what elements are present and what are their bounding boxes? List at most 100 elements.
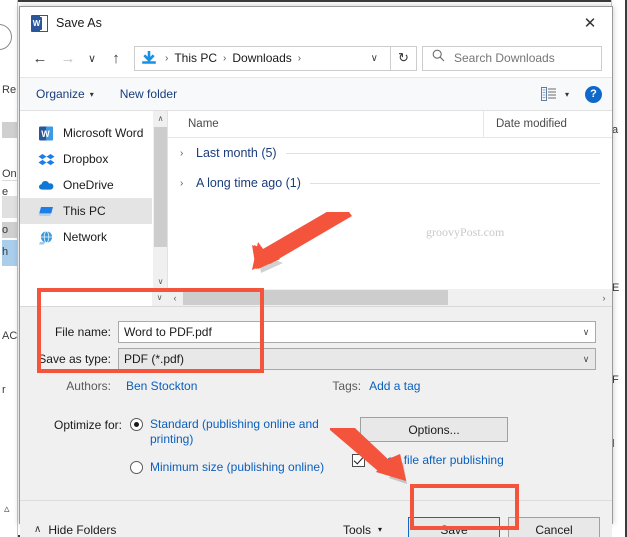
- group-rule: [285, 152, 600, 154]
- breadcrumb-this-pc[interactable]: This PC: [172, 51, 219, 65]
- authors-value[interactable]: Ben Stockton: [126, 379, 197, 393]
- file-group-row[interactable]: › Last month (5): [168, 138, 612, 168]
- view-list-icon[interactable]: [540, 87, 557, 101]
- refresh-icon[interactable]: ↻: [391, 45, 417, 71]
- optimize-radio-group: Standard (publishing online and printing…: [130, 417, 336, 488]
- group-rule: [309, 182, 600, 184]
- background-text-fragment: o: [2, 224, 9, 236]
- chevron-right-icon[interactable]: ›: [180, 148, 196, 159]
- scroll-up-icon[interactable]: ∧: [153, 111, 168, 126]
- background-text-fragment: F: [612, 374, 619, 386]
- checkbox-icon[interactable]: [352, 453, 365, 467]
- sidebar-item-this-pc[interactable]: This PC: [20, 198, 152, 224]
- background-separator: [2, 180, 17, 181]
- tools-label: Tools: [342, 522, 371, 537]
- file-name-value: Word to PDF.pdf: [124, 325, 212, 339]
- file-group-label: Last month (5): [196, 146, 277, 160]
- horizontal-scrollbar[interactable]: ‹ ›: [167, 289, 612, 306]
- back-button[interactable]: ←: [26, 44, 54, 72]
- scrollbar-thumb[interactable]: [183, 290, 448, 305]
- address-dropdown-icon[interactable]: ∨: [363, 53, 386, 64]
- save-as-type-row: Save as type: PDF (*.pdf) ∨: [36, 348, 596, 370]
- file-name-row: File name: Word to PDF.pdf ∨: [36, 321, 596, 343]
- radio-standard[interactable]: Standard (publishing online and printing…: [130, 417, 336, 447]
- background-text-fragment: AC: [2, 330, 18, 342]
- search-icon: [432, 49, 445, 67]
- scroll-left-icon[interactable]: ‹: [167, 293, 183, 303]
- scrollbar-thumb[interactable]: [154, 127, 167, 247]
- scroll-right-icon[interactable]: ›: [596, 293, 612, 303]
- chevron-down-icon[interactable]: ∨: [577, 327, 595, 338]
- chevron-up-icon: ∧: [34, 524, 42, 535]
- background-navigation-pane: Re On e o h AC r ▵: [0, 0, 18, 537]
- sidebar-item-label: This PC: [63, 204, 106, 218]
- tools-button[interactable]: Tools ▾: [343, 523, 382, 537]
- metadata-row: Authors: Ben Stockton Tags: Add a tag: [36, 379, 596, 393]
- radio-button-icon[interactable]: [130, 461, 143, 474]
- chevron-down-icon: ▾: [89, 89, 94, 99]
- chevron-right-icon[interactable]: ›: [180, 178, 196, 189]
- save-button[interactable]: Save: [408, 516, 500, 537]
- file-group-row[interactable]: › A long time ago (1): [168, 168, 612, 198]
- dialog-footer: ∧ Hide Folders Tools ▾ Save Cancel: [20, 500, 612, 537]
- breadcrumb-separator: ›: [165, 52, 169, 64]
- view-options-chevron-icon[interactable]: ▾: [565, 90, 569, 99]
- sidebar-scroll-down-icon[interactable]: ∨: [152, 289, 167, 306]
- watermark: groovyPost.com: [426, 225, 505, 239]
- options-column: Options... Open file after publishing: [336, 417, 596, 488]
- hide-folders-button[interactable]: ∧ Hide Folders: [34, 523, 116, 537]
- forward-button[interactable]: →: [54, 44, 82, 72]
- dropbox-icon: [38, 151, 55, 168]
- search-placeholder: Search Downloads: [454, 51, 555, 65]
- this-pc-icon: [38, 203, 55, 220]
- column-header-date-modified[interactable]: Date modified: [484, 111, 612, 137]
- sidebar-item-network[interactable]: Network: [20, 224, 152, 250]
- sidebar-item-label: Microsoft Word: [63, 126, 144, 140]
- optimize-row: Optimize for: Standard (publishing onlin…: [36, 417, 596, 488]
- background-right-pane: a E F l: [611, 0, 625, 537]
- background-window-top-edge: [0, 0, 627, 2]
- save-as-type-select[interactable]: PDF (*.pdf) ∨: [118, 348, 596, 370]
- file-name-input[interactable]: Word to PDF.pdf ∨: [118, 321, 596, 343]
- up-button[interactable]: ↑: [102, 44, 130, 72]
- add-a-tag-link[interactable]: Add a tag: [369, 379, 420, 393]
- background-text-fragment: On: [2, 168, 17, 180]
- radio-minimum-size-label: Minimum size (publishing online): [150, 460, 325, 474]
- hide-folders-label: Hide Folders: [48, 522, 117, 537]
- background-text-fragment: Re: [2, 84, 17, 96]
- navigation-sidebar: W Microsoft Word Dropbox OneDrive This P…: [20, 111, 152, 289]
- organize-button[interactable]: Organize ▾: [36, 87, 94, 101]
- recent-locations-button[interactable]: ∨: [82, 44, 102, 72]
- sidebar-item-dropbox[interactable]: Dropbox: [20, 146, 152, 172]
- cancel-button[interactable]: Cancel: [508, 516, 600, 537]
- new-folder-button[interactable]: New folder: [120, 87, 177, 101]
- column-header-name[interactable]: Name: [168, 111, 484, 137]
- radio-button-icon[interactable]: [130, 418, 143, 431]
- address-bar[interactable]: › This PC › Downloads › ∨: [134, 45, 391, 71]
- word-icon: W: [31, 14, 48, 32]
- screenshot-root: Re On e o h AC r ▵ a E F l W Save As ✕ ←…: [0, 0, 627, 537]
- sidebar-item-microsoft-word[interactable]: W Microsoft Word: [20, 120, 152, 146]
- help-icon[interactable]: ?: [585, 85, 602, 103]
- command-bar: Organize ▾ New folder ▾ ?: [20, 77, 612, 111]
- breadcrumb-separator: ›: [297, 52, 302, 64]
- open-after-publishing-row[interactable]: Open file after publishing: [352, 453, 596, 467]
- sidebar-item-label: Network: [63, 230, 108, 244]
- radio-minimum-size[interactable]: Minimum size (publishing online): [130, 460, 336, 475]
- authors-label: Authors:: [66, 379, 111, 393]
- options-button[interactable]: Options...: [360, 417, 508, 442]
- save-as-dialog: W Save As ✕ ← → ∨ ↑ › This PC › Download…: [19, 6, 613, 537]
- scroll-down-icon[interactable]: ∨: [153, 274, 168, 289]
- network-icon: [38, 229, 55, 246]
- save-as-type-label: Save as type:: [38, 352, 111, 366]
- chevron-down-icon[interactable]: ∨: [577, 354, 595, 365]
- sidebar-scrollbar[interactable]: ∧ ∨: [152, 111, 167, 289]
- file-list: Name Date modified › Last month (5) › A …: [167, 111, 612, 289]
- file-browser: W Microsoft Word Dropbox OneDrive This P…: [20, 111, 612, 289]
- background-text-fragment: E: [612, 282, 620, 294]
- close-icon[interactable]: ✕: [568, 7, 612, 38]
- sidebar-item-onedrive[interactable]: OneDrive: [20, 172, 152, 198]
- breadcrumb-downloads[interactable]: Downloads: [230, 51, 293, 65]
- search-box[interactable]: Search Downloads: [422, 45, 602, 71]
- scrollbar-track[interactable]: [183, 289, 596, 306]
